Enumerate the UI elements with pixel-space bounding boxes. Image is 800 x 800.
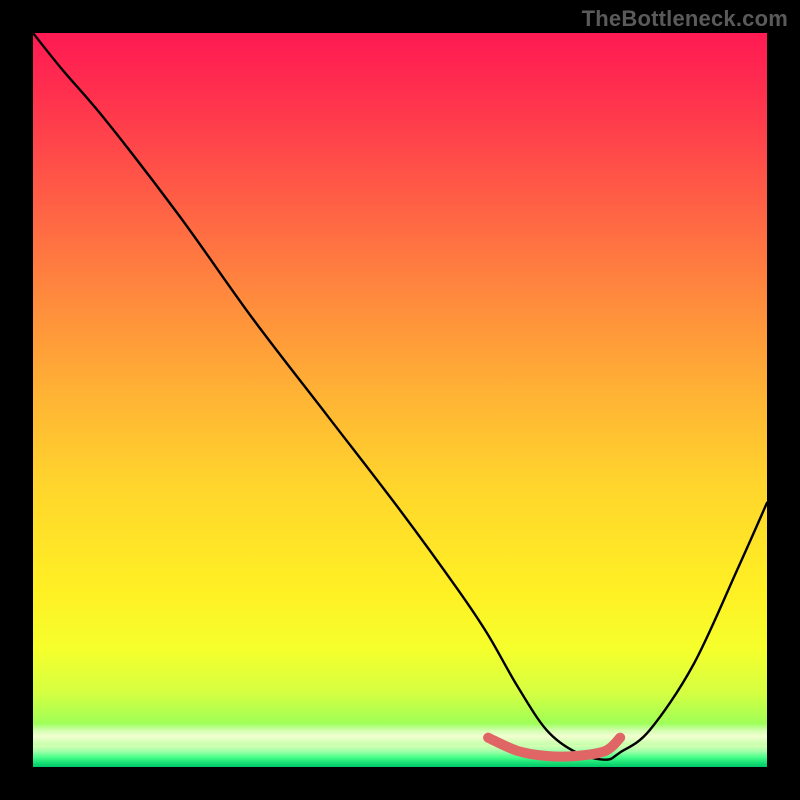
plateau-marker	[488, 738, 620, 757]
plot-area	[33, 33, 767, 767]
bottleneck-curve	[33, 33, 767, 760]
curve-layer	[33, 33, 767, 767]
chart-frame: TheBottleneck.com	[0, 0, 800, 800]
watermark-text: TheBottleneck.com	[582, 6, 788, 32]
